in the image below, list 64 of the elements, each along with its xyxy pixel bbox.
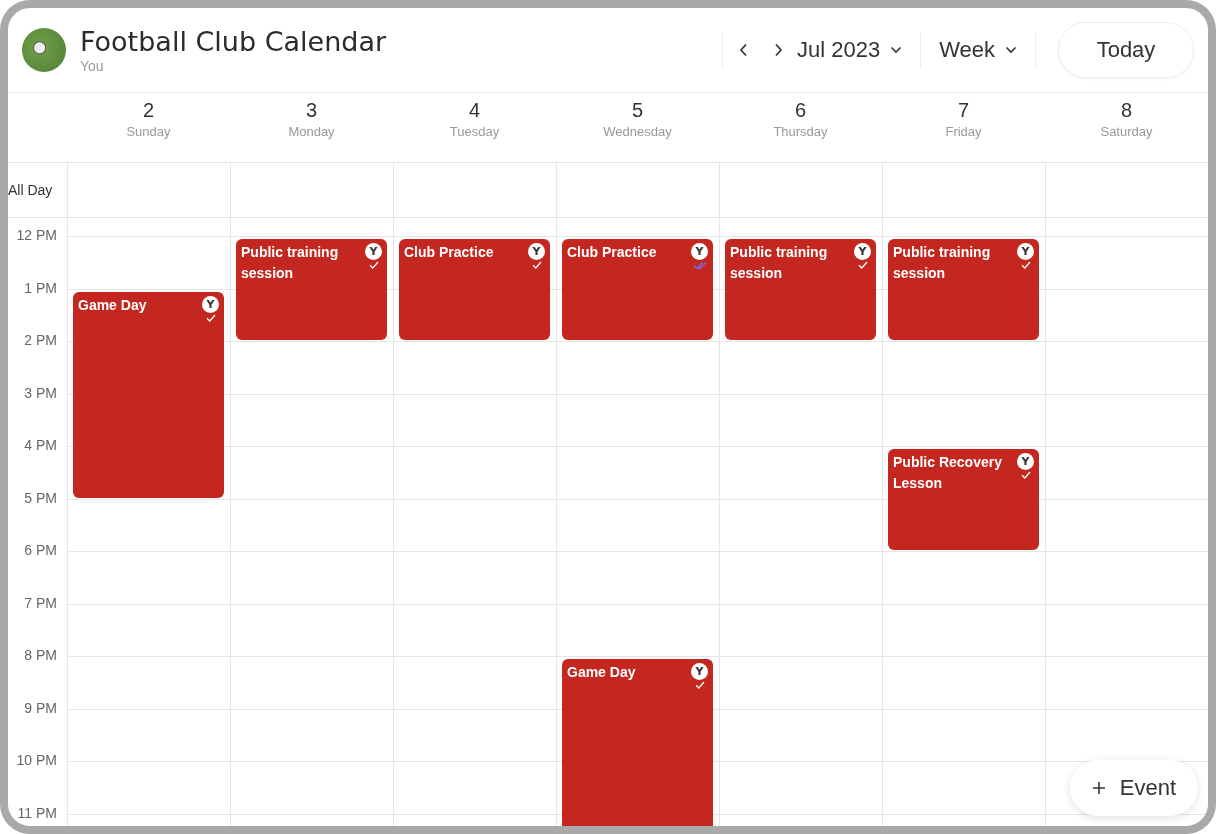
add-event-button[interactable]: Event (1069, 760, 1198, 816)
day-number: 4 (468, 99, 481, 122)
all-day-cell[interactable] (230, 163, 393, 218)
plus-icon (1091, 781, 1106, 795)
view-dropdown[interactable]: Week (931, 33, 1025, 67)
weekday-label: Saturday (1100, 124, 1153, 139)
caret-icon (890, 46, 903, 54)
all-day-cell[interactable] (556, 163, 719, 218)
weekday-label: Sunday (126, 124, 171, 139)
hour-label: 8 PM (24, 647, 57, 663)
event-card[interactable]: Public Recovery Lesson Y (888, 449, 1039, 550)
all-day-label: All Day (8, 182, 53, 198)
weekday-label: Monday (288, 124, 335, 139)
event-title: Public training session (893, 243, 992, 283)
all-day-cell[interactable] (67, 163, 230, 218)
month-dropdown[interactable]: Jul 2023 (788, 33, 911, 67)
weekday-label: Friday (945, 124, 982, 139)
event-card[interactable]: Club Practice Y (562, 239, 713, 340)
owner-label: You (80, 58, 105, 74)
club-avatar (22, 28, 66, 72)
chevron-right-icon (773, 43, 783, 57)
weekday-label: Tuesday (449, 124, 500, 139)
day-number: 8 (1120, 99, 1133, 122)
day-number: 6 (794, 99, 807, 122)
event-title: Public training session (241, 243, 340, 283)
hour-label: 12 PM (16, 227, 57, 243)
avatar-badge: Y (365, 243, 382, 260)
avatar-badge: Y (1017, 453, 1034, 470)
day-number: 2 (142, 99, 155, 122)
event-card[interactable]: Game Day Y (73, 291, 224, 498)
weekday-label: Wednesday (603, 124, 672, 139)
event-title: Public training session (730, 243, 829, 283)
hour-label: 2 PM (24, 332, 57, 348)
hour-label: 4 PM (24, 437, 57, 453)
today-button[interactable]: Today (1058, 22, 1194, 78)
avatar-badge: Y (854, 243, 871, 260)
event-card[interactable]: Public training session Y (236, 239, 387, 340)
event-title: Public Recovery Lesson (893, 453, 1003, 493)
event-card[interactable]: Club Practice Y (399, 239, 550, 340)
all-day-cell[interactable] (1045, 163, 1208, 218)
weekday-label: Thursday (773, 124, 828, 139)
all-day-cell[interactable] (719, 163, 882, 218)
event-title: Club Practice (404, 243, 495, 262)
day-number: 7 (957, 99, 970, 122)
avatar-badge: Y (528, 243, 545, 260)
day-number: 5 (631, 99, 644, 122)
hour-label: 10 PM (16, 752, 57, 768)
all-day-cell[interactable] (882, 163, 1045, 218)
calendar-title: Football Club Calendar (80, 26, 388, 58)
event-card[interactable]: Public training session Y (888, 239, 1039, 340)
event-title: Club Practice (567, 243, 658, 262)
avatar-badge: Y (691, 663, 708, 680)
event-card[interactable]: Game Day Y (562, 659, 713, 826)
avatar-badge: Y (691, 243, 708, 260)
event-card[interactable]: Public training session Y (725, 239, 876, 340)
event-title: Game Day (78, 295, 148, 315)
hour-label: 6 PM (24, 542, 57, 558)
all-day-cell[interactable] (393, 163, 556, 218)
day-number: 3 (305, 99, 318, 122)
avatar-badge: Y (1017, 243, 1034, 260)
event-title: Game Day (567, 663, 637, 682)
caret-icon (1005, 46, 1017, 54)
avatar-badge: Y (202, 295, 219, 313)
chevron-left-icon (738, 43, 748, 57)
